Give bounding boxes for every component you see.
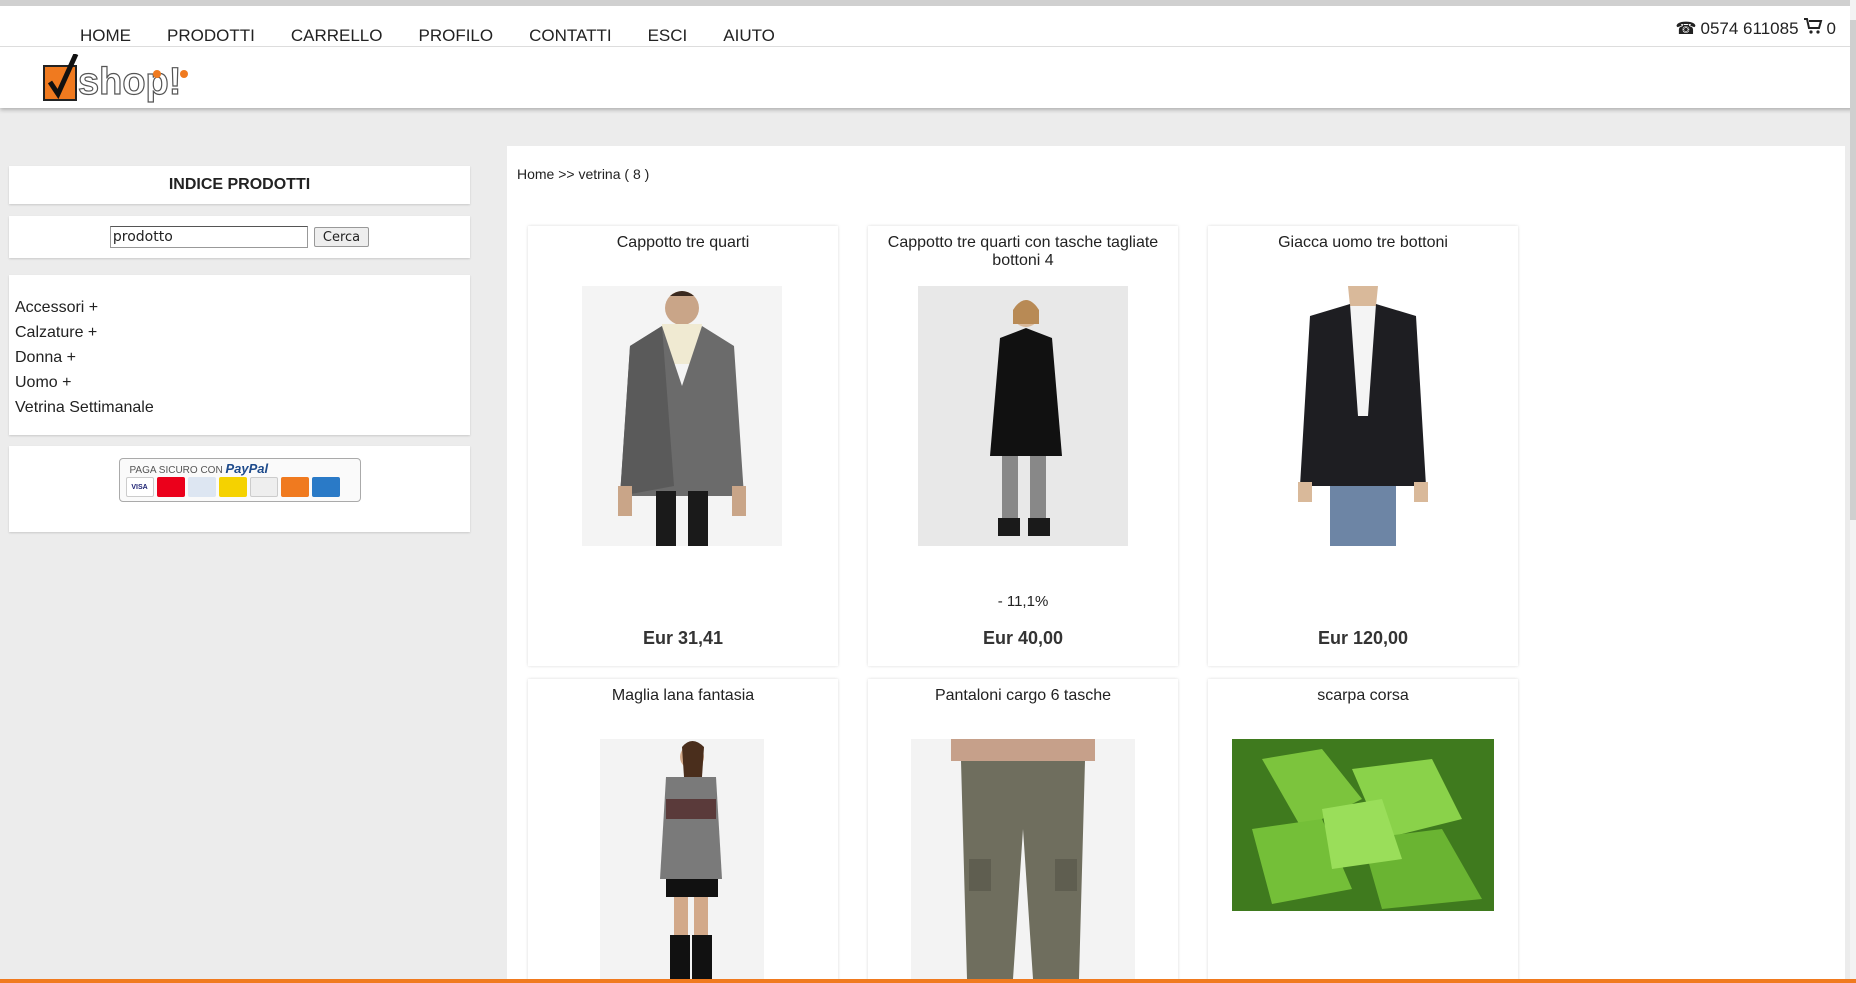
cart-icon[interactable]: [1803, 18, 1823, 39]
shop-logo[interactable]: shop!: [42, 52, 242, 108]
product-image[interactable]: [1232, 739, 1494, 911]
product-price: Eur 120,00: [1317, 628, 1409, 648]
search-box: Cerca: [9, 216, 470, 258]
product-image[interactable]: [600, 739, 764, 979]
main-content: Home >> vetrina ( 8 ) Cappotto tre quart…: [507, 146, 1845, 983]
product-card[interactable]: Cappotto tre quarti Eur 31,41: [528, 226, 838, 666]
product-card[interactable]: Pantaloni cargo 6 tasche: [868, 679, 1178, 983]
paypal-caption: PAGA SICURO CON PayPal: [129, 461, 269, 476]
breadcrumb: Home >> vetrina ( 8 ): [517, 166, 650, 182]
product-name[interactable]: Maglia lana fantasia: [538, 687, 828, 705]
amex-icon: [311, 477, 340, 497]
paypal-box: PAGA SICURO CON PayPal VISA: [9, 446, 470, 532]
category-accessori[interactable]: Accessori +: [15, 295, 464, 320]
aura-card-icon: [280, 477, 309, 497]
scrollbar[interactable]: [1850, 0, 1856, 983]
svg-text:shop!: shop!: [78, 61, 181, 103]
cart-count[interactable]: 0: [1827, 19, 1836, 39]
product-card[interactable]: Cappotto tre quarti con tasche tagliate …: [868, 226, 1178, 666]
product-image[interactable]: [918, 286, 1128, 546]
product-price: Eur 31,41: [642, 628, 724, 648]
product-name[interactable]: scarpa corsa: [1218, 687, 1508, 705]
category-list: Accessori + Calzature + Donna + Uomo + V…: [9, 275, 470, 435]
paypal-card-icon: [187, 477, 216, 497]
product-discount: - 11,1%: [997, 593, 1049, 610]
top-header: HOME PRODOTTI CARRELLO PROFILO CONTATTI …: [0, 0, 1856, 108]
product-card[interactable]: Maglia lana fantasia: [528, 679, 838, 983]
category-vetrina-settimanale[interactable]: Vetrina Settimanale: [15, 395, 464, 420]
visa-icon: VISA: [125, 477, 154, 497]
product-card[interactable]: scarpa corsa: [1208, 679, 1518, 983]
search-input[interactable]: [109, 226, 308, 248]
product-name[interactable]: Pantaloni cargo 6 tasche: [878, 687, 1168, 705]
product-name[interactable]: Cappotto tre quarti con tasche tagliate …: [878, 234, 1168, 270]
phone-icon: ☎: [1675, 18, 1697, 38]
product-image[interactable]: [582, 286, 782, 546]
search-button[interactable]: Cerca: [313, 227, 370, 247]
mastercard-icon: [156, 477, 185, 497]
product-price: Eur 40,00: [982, 628, 1064, 648]
phone-number: 0574 611085: [1700, 18, 1799, 38]
category-calzature[interactable]: Calzature +: [15, 320, 464, 345]
category-uomo[interactable]: Uomo +: [15, 370, 464, 395]
discover-icon: [249, 477, 278, 497]
product-index-title: INDICE PRODOTTI: [9, 166, 470, 204]
product-image[interactable]: [1258, 286, 1468, 546]
paypal-badge: PAGA SICURO CON PayPal VISA: [118, 458, 361, 502]
product-name[interactable]: Cappotto tre quarti: [538, 234, 828, 252]
product-card[interactable]: Giacca uomo tre bottoni Eur 120,00: [1208, 226, 1518, 666]
bottom-accent-bar: [0, 979, 1856, 983]
product-image[interactable]: [911, 739, 1135, 979]
payment-cards: VISA: [125, 477, 340, 497]
product-name[interactable]: Giacca uomo tre bottoni: [1218, 234, 1508, 252]
header-contact: ☎ 0574 611085 0: [1675, 18, 1836, 39]
postepay-icon: [218, 477, 247, 497]
scrollbar-thumb[interactable]: [1850, 20, 1856, 520]
nav-divider: [0, 46, 1856, 47]
category-donna[interactable]: Donna +: [15, 345, 464, 370]
